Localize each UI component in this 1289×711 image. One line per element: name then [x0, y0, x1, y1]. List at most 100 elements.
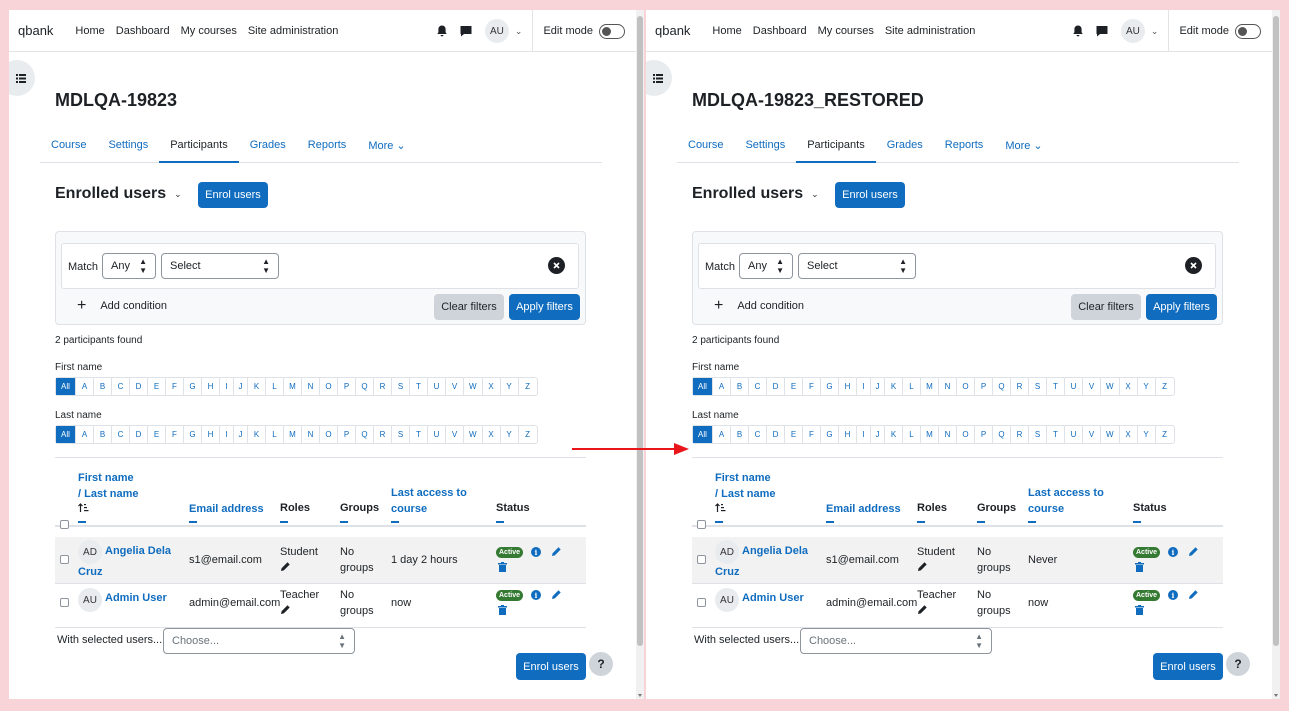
trash-icon[interactable]	[1135, 562, 1144, 572]
edit-mode-toggle[interactable]	[599, 23, 625, 39]
initial-first-y[interactable]: Y	[501, 378, 519, 395]
initial-first-f[interactable]: F	[803, 378, 821, 395]
tab-grades[interactable]: Grades	[876, 128, 934, 162]
initial-first-n[interactable]: N	[939, 378, 957, 395]
bulk-action-select[interactable]: Choose... ▲ ▼	[163, 628, 355, 654]
initial-first-i[interactable]: I	[857, 378, 871, 395]
initial-last-l[interactable]: L	[903, 426, 921, 443]
collapse-email-icon[interactable]	[189, 521, 197, 523]
initial-last-i[interactable]: I	[857, 426, 871, 443]
help-button[interactable]: ?	[1226, 652, 1250, 676]
initial-first-d[interactable]: D	[767, 378, 785, 395]
nav-my-courses[interactable]: My courses	[818, 25, 874, 37]
initial-last-all[interactable]: All	[56, 426, 76, 443]
initial-first-g[interactable]: G	[821, 378, 839, 395]
initial-last-e[interactable]: E	[148, 426, 166, 443]
initial-first-g[interactable]: G	[184, 378, 202, 395]
initial-last-c[interactable]: C	[749, 426, 767, 443]
initial-first-l[interactable]: L	[266, 378, 284, 395]
initial-last-s[interactable]: S	[392, 426, 410, 443]
initial-first-i[interactable]: I	[220, 378, 234, 395]
scroll-down-icon[interactable]	[638, 694, 642, 697]
initial-last-t[interactable]: T	[410, 426, 428, 443]
user-avatar[interactable]: AU	[1120, 19, 1145, 43]
initial-first-h[interactable]: H	[202, 378, 220, 395]
initial-first-u[interactable]: U	[428, 378, 446, 395]
tab-participants[interactable]: Participants	[796, 128, 876, 163]
initial-last-s[interactable]: S	[1029, 426, 1047, 443]
add-condition-button[interactable]: + Add condition	[77, 298, 167, 314]
scrollbar-thumb[interactable]	[637, 16, 643, 646]
initial-last-y[interactable]: Y	[1138, 426, 1156, 443]
initial-first-r[interactable]: R	[1011, 378, 1029, 395]
initial-last-z[interactable]: Z	[1156, 426, 1174, 443]
collapse-access-icon[interactable]	[1028, 521, 1036, 523]
tab-more[interactable]: More ⌄	[994, 128, 1053, 162]
remove-filter-button[interactable]	[1185, 257, 1202, 274]
initial-first-n[interactable]: N	[302, 378, 320, 395]
select-all-checkbox[interactable]	[697, 520, 706, 529]
remove-filter-button[interactable]	[548, 257, 565, 274]
initial-first-e[interactable]: E	[148, 378, 166, 395]
initial-last-g[interactable]: G	[184, 426, 202, 443]
initial-last-u[interactable]: U	[1065, 426, 1083, 443]
tab-participants[interactable]: Participants	[159, 128, 239, 163]
collapse-groups-icon[interactable]	[977, 521, 985, 523]
initial-last-k[interactable]: K	[885, 426, 903, 443]
enrolled-users-menu[interactable]: Enrolled users ⌄	[692, 185, 819, 203]
collapse-groups-icon[interactable]	[340, 521, 348, 523]
collapse-email-icon[interactable]	[826, 521, 834, 523]
info-icon[interactable]: i	[1168, 547, 1178, 557]
enrol-users-button[interactable]: Enrol users	[835, 182, 905, 208]
sort-first-name[interactable]: First name	[78, 472, 134, 484]
bulk-action-select[interactable]: Choose... ▲ ▼	[800, 628, 992, 654]
initial-first-t[interactable]: T	[1047, 378, 1065, 395]
message-icon[interactable]	[459, 24, 473, 38]
nav-dashboard[interactable]: Dashboard	[753, 25, 807, 37]
initial-first-d[interactable]: D	[130, 378, 148, 395]
bell-icon[interactable]	[1071, 24, 1085, 38]
initial-last-w[interactable]: W	[464, 426, 483, 443]
match-select[interactable]: Any ▲ ▼	[102, 253, 156, 279]
collapse-first-name-icon[interactable]	[78, 521, 86, 523]
avatar[interactable]: AD	[78, 540, 102, 564]
row-checkbox[interactable]	[60, 598, 69, 607]
select-all-checkbox[interactable]	[60, 520, 69, 529]
initial-last-o[interactable]: O	[320, 426, 338, 443]
nav-home[interactable]: Home	[75, 25, 104, 37]
trash-icon[interactable]	[498, 562, 507, 572]
initial-last-f[interactable]: F	[166, 426, 184, 443]
initial-first-q[interactable]: Q	[356, 378, 374, 395]
filter-type-select[interactable]: Select ▲ ▼	[161, 253, 279, 279]
initial-first-x[interactable]: X	[1120, 378, 1138, 395]
initial-first-s[interactable]: S	[392, 378, 410, 395]
initial-first-c[interactable]: C	[749, 378, 767, 395]
sort-last-access-2[interactable]: course	[1028, 503, 1064, 515]
edit-enrolment-icon[interactable]	[1188, 589, 1199, 600]
initial-first-r[interactable]: R	[374, 378, 392, 395]
edit-enrolment-icon[interactable]	[551, 546, 562, 557]
site-brand[interactable]: qbank	[655, 23, 690, 38]
initial-last-p[interactable]: P	[975, 426, 993, 443]
initial-last-r[interactable]: R	[1011, 426, 1029, 443]
initial-last-p[interactable]: P	[338, 426, 356, 443]
user-name-link[interactable]: Admin User	[105, 588, 167, 609]
sort-last-access[interactable]: Last access to	[391, 487, 467, 499]
initial-last-v[interactable]: V	[1083, 426, 1101, 443]
initial-first-m[interactable]: M	[921, 378, 939, 395]
initial-last-c[interactable]: C	[112, 426, 130, 443]
initial-first-v[interactable]: V	[446, 378, 464, 395]
user-name-link[interactable]: Admin User	[742, 588, 804, 609]
initial-first-w[interactable]: W	[464, 378, 483, 395]
clear-filters-button[interactable]: Clear filters	[1071, 294, 1141, 320]
user-name-link[interactable]: Angelia Dela	[105, 541, 171, 562]
scrollbar[interactable]	[636, 10, 644, 699]
initial-first-o[interactable]: O	[957, 378, 975, 395]
user-name-link[interactable]: Angelia Dela	[742, 541, 808, 562]
initial-last-all[interactable]: All	[693, 426, 713, 443]
initial-first-z[interactable]: Z	[1156, 378, 1174, 395]
initial-last-b[interactable]: B	[94, 426, 112, 443]
initial-first-x[interactable]: X	[483, 378, 501, 395]
initial-first-all[interactable]: All	[693, 378, 713, 395]
initial-first-e[interactable]: E	[785, 378, 803, 395]
